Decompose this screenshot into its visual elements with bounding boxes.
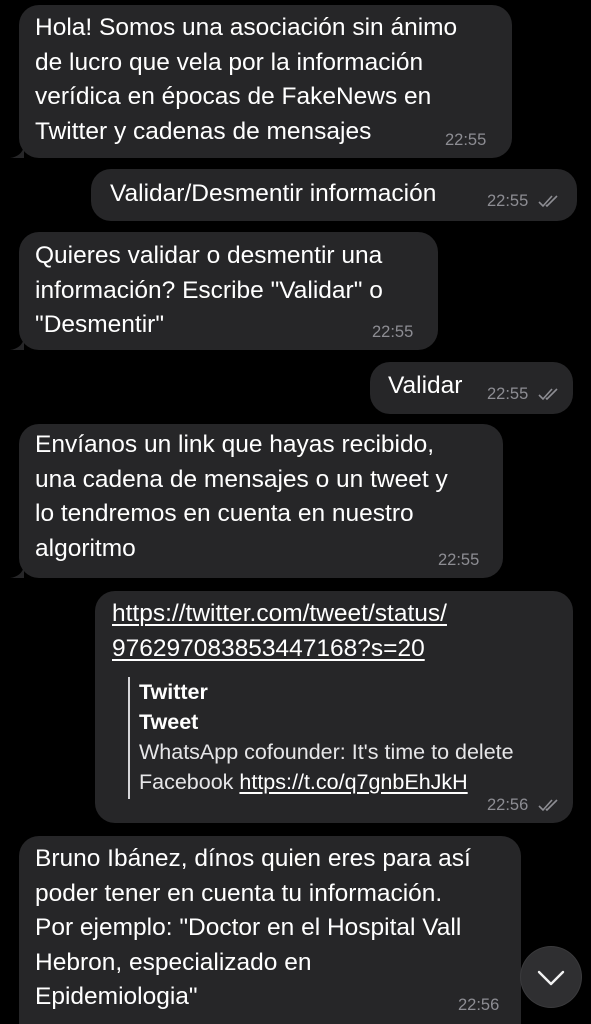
link-preview-url[interactable]: https://t.co/q7gnbEhJkH [239,770,467,794]
message-line: Envíanos un link que hayas recibido, [35,431,435,458]
link-preview-subtitle: Tweet [139,710,199,734]
message-line: Twitter y cadenas de mensajes [35,117,372,145]
incoming-message[interactable]: Hola! Somos una asociación sin ánimo de … [10,5,512,158]
incoming-message[interactable]: Quieres validar o desmentir una informac… [10,232,438,350]
message-line: de lucro que vela por la información [35,48,424,76]
incoming-message[interactable]: Bruno Ibánez, dínos quien eres para así … [19,836,521,1024]
link-preview[interactable]: Twitter Tweet WhatsApp cofounder: It's t… [128,677,568,799]
message-line: verídica en épocas de FakeNews en [35,83,432,110]
link-preview-description: WhatsApp cofounder: It's time to delete [139,740,514,764]
message-timestamp: 22:56 [487,796,529,814]
link-preview-text: Facebook [139,770,240,794]
bubble-tail-icon [10,564,24,578]
message-line: Epidemiologia" [35,983,198,1010]
message-link[interactable]: https://twitter.com/tweet/status/ [112,597,447,632]
outgoing-message[interactable]: Validar/Desmentir información 22:55 [91,169,577,221]
message-line: Por ejemplo: "Doctor en el Hospital Vall [35,914,462,941]
outgoing-link-message[interactable]: https://twitter.com/tweet/status/ 976297… [95,591,573,823]
chevron-down-icon [537,970,565,986]
message-line: Validar [388,372,463,399]
message-line: una cadena de mensajes o un tweet y [35,465,448,493]
message-line: lo tendremos en cuenta en nuestro [35,500,414,527]
message-line: "Desmentir" [35,311,165,338]
message-line: Bruno Ibánez, dínos quien eres para así [35,845,471,872]
link-preview-title: Twitter [139,680,208,704]
message-timestamp: 22:55 [487,385,529,403]
message-timestamp: 22:55 [445,131,487,149]
double-check-icon [538,388,558,401]
bubble-tail-icon [10,336,24,350]
link-preview-description: Facebook https://t.co/q7gnbEhJkH [139,767,568,797]
message-line: Quieres validar o desmentir una [35,242,383,269]
message-link[interactable]: 976297083853447168?s=20 [112,632,425,667]
message-timestamp: 22:55 [438,551,480,569]
message-timestamp: 22:56 [458,996,500,1014]
message-line: poder tener en cuenta tu información. [35,879,443,907]
message-line: Hola! Somos una asociación sin ánimo [35,14,458,41]
message-line: algoritmo [35,534,136,562]
incoming-message[interactable]: Envíanos un link que hayas recibido, una… [10,424,503,578]
outgoing-message[interactable]: Validar 22:55 [370,362,573,414]
message-line: Hebron, especializado en [35,948,312,976]
message-line: información? Escribe "Validar" o [35,276,383,304]
scroll-to-bottom-button[interactable] [521,947,581,1007]
message-timestamp: 22:55 [487,192,529,210]
double-check-icon [538,195,558,208]
bubble-tail-icon [10,144,24,158]
chat-window[interactable]: Hola! Somos una asociación sin ánimo de … [0,0,591,1024]
message-line: Validar/Desmentir información [110,180,437,207]
double-check-icon [538,799,558,812]
message-timestamp: 22:55 [372,323,414,341]
